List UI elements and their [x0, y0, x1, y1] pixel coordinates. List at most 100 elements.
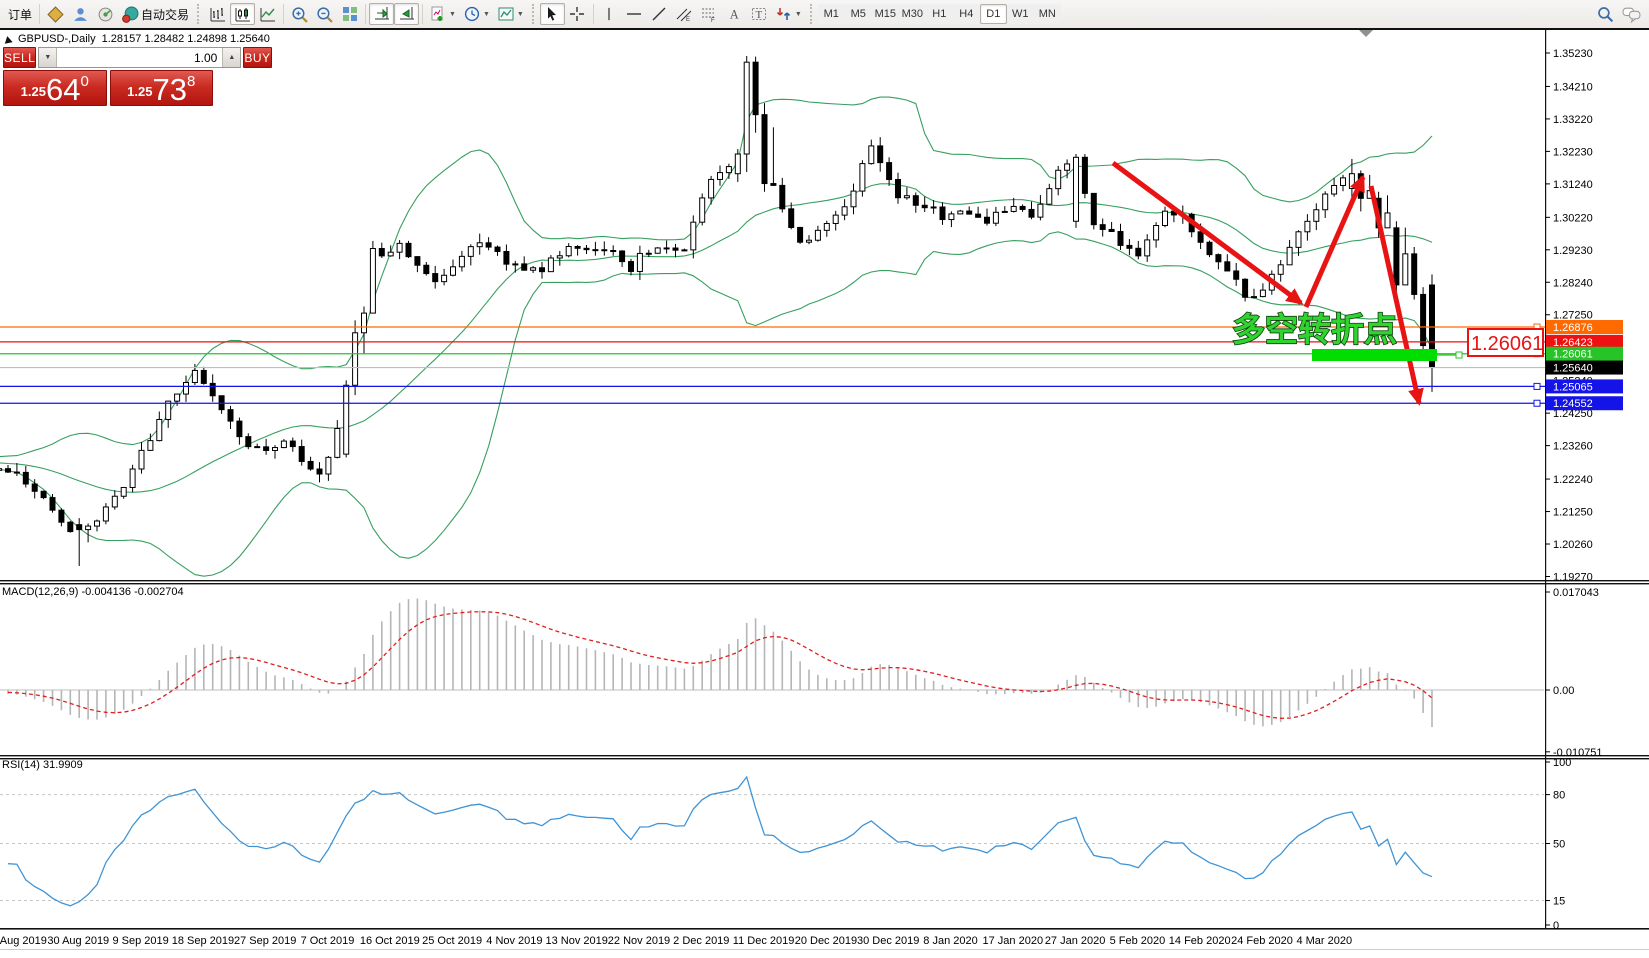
svg-text:1.26061: 1.26061: [1553, 349, 1593, 361]
dropdown-arrow-icon: ▼: [517, 11, 524, 18]
search-icon[interactable]: [1593, 3, 1618, 25]
market-watch-icon[interactable]: [43, 3, 68, 25]
auto-scroll-icon[interactable]: [369, 3, 394, 25]
svg-text:15: 15: [1553, 896, 1565, 908]
svg-text:8 Jan 2020: 8 Jan 2020: [923, 935, 977, 947]
symbol-marker-icon: [3, 35, 12, 44]
svg-text:1.26876: 1.26876: [1553, 322, 1593, 334]
chart-ohlc-values: 1.28157 1.28482 1.24898 1.25640: [102, 33, 270, 45]
svg-text:4 Nov 2019: 4 Nov 2019: [486, 935, 542, 947]
signals-icon[interactable]: [68, 3, 93, 25]
tab-timeframe-w1[interactable]: W1: [1007, 4, 1034, 24]
toolbar-grip: [810, 4, 814, 24]
chat-icon[interactable]: [1618, 3, 1645, 25]
sell-price-prefix: 1.25: [21, 84, 46, 99]
buy-price-pip: 8: [187, 74, 195, 89]
chart-symbol-title: GBPUSD-,Daily: [18, 33, 96, 45]
svg-text:100: 100: [1553, 757, 1571, 769]
cursor-icon[interactable]: [540, 3, 565, 25]
macd-values: -0.004136 -0.002704: [81, 586, 183, 598]
volume-input[interactable]: [57, 48, 222, 67]
svg-text:4 Mar 2020: 4 Mar 2020: [1296, 935, 1352, 947]
svg-text:1.23260: 1.23260: [1553, 441, 1593, 453]
text-icon[interactable]: A: [722, 3, 747, 25]
zoom-out-icon[interactable]: [312, 3, 337, 25]
autotrade-button[interactable]: 自动交易: [118, 3, 193, 25]
svg-text:1.20260: 1.20260: [1553, 539, 1593, 551]
toolbar-separator: [365, 4, 366, 24]
chart-header: GBPUSD-,Daily 1.28157 1.28482 1.24898 1.…: [4, 33, 270, 45]
svg-text:30 Aug 2019: 30 Aug 2019: [47, 935, 109, 947]
rsi-pane: [0, 777, 1545, 906]
main-price-pane: [0, 56, 1435, 576]
svg-text:2 Dec 2019: 2 Dec 2019: [673, 935, 729, 947]
sell-price-button[interactable]: 1.25640: [3, 70, 107, 106]
svg-text:11 Dec 2019: 11 Dec 2019: [733, 935, 795, 947]
svg-text:22 Nov 2019: 22 Nov 2019: [608, 935, 670, 947]
svg-text:1.29230: 1.29230: [1553, 245, 1593, 257]
channel-icon[interactable]: E: [672, 3, 697, 25]
chart-line-icon[interactable]: [255, 3, 280, 25]
tab-timeframe-m15[interactable]: M15: [872, 4, 899, 24]
svg-text:1.27250: 1.27250: [1553, 310, 1593, 322]
svg-text:1.30220: 1.30220: [1553, 212, 1593, 224]
buy-price-button[interactable]: 1.25738: [110, 70, 214, 106]
tab-timeframe-d1[interactable]: D1: [980, 4, 1007, 24]
timeframes-clock-icon[interactable]: ▼: [460, 3, 494, 25]
horizontal-line-icon[interactable]: [622, 3, 647, 25]
volume-stepper: ▼ ▲: [38, 47, 241, 68]
svg-text:30 Dec 2019: 30 Dec 2019: [857, 935, 919, 947]
vertical-line-icon[interactable]: [597, 3, 622, 25]
sell-button[interactable]: SELL: [3, 47, 36, 68]
crosshair-icon[interactable]: [565, 3, 590, 25]
macd-pane: [0, 599, 1545, 728]
buy-button[interactable]: BUY: [243, 47, 271, 68]
new-order-button[interactable]: 订单: [4, 3, 36, 25]
toolbar-separator: [283, 4, 284, 24]
svg-text:1.34210: 1.34210: [1553, 81, 1593, 93]
main-toolbar: 订单 自动交易 ▼ ▼ ▼ E F A T ▼ M1 M5 M15 M30 H1…: [0, 0, 1649, 28]
toolbar-grip: [197, 4, 201, 24]
dropdown-arrow-icon: ▼: [795, 11, 802, 18]
tab-timeframe-m30[interactable]: M30: [899, 4, 926, 24]
tab-timeframe-h4[interactable]: H4: [953, 4, 980, 24]
volume-increase-button[interactable]: ▲: [222, 48, 240, 67]
rsi-pane-label: RSI(14) 31.9909: [2, 759, 83, 771]
rsi-name: RSI(14): [2, 759, 40, 771]
scroll-to-end-marker: [1359, 30, 1373, 37]
sell-price-pip: 0: [80, 74, 88, 89]
chart-candles-icon[interactable]: [230, 3, 255, 25]
price-callout-value: 1.26061: [1471, 333, 1543, 355]
tab-timeframe-mn[interactable]: MN: [1034, 4, 1061, 24]
svg-text:1.33220: 1.33220: [1553, 114, 1593, 126]
macd-name: MACD(12,26,9): [2, 586, 78, 598]
svg-text:0.00: 0.00: [1553, 685, 1574, 697]
svg-text:1.24552: 1.24552: [1553, 398, 1593, 410]
dropdown-arrow-icon: ▼: [483, 11, 490, 18]
svg-text:17 Jan 2020: 17 Jan 2020: [983, 935, 1044, 947]
svg-text:27 Jan 2020: 27 Jan 2020: [1045, 935, 1106, 947]
support-highlight-band: [1312, 349, 1437, 361]
chart-area[interactable]: 1.352301.342101.332201.322301.312401.302…: [0, 0, 1649, 953]
tab-timeframe-m5[interactable]: M5: [845, 4, 872, 24]
zoom-in-icon[interactable]: [287, 3, 312, 25]
templates-icon[interactable]: ▼: [494, 3, 528, 25]
svg-text:50: 50: [1553, 839, 1565, 851]
fibonacci-icon[interactable]: F: [697, 3, 722, 25]
svg-text:1.25065: 1.25065: [1553, 381, 1593, 393]
tab-timeframe-m1[interactable]: M1: [818, 4, 845, 24]
chart-shift-icon[interactable]: [394, 3, 419, 25]
tab-timeframe-h1[interactable]: H1: [926, 4, 953, 24]
chart-bars-icon[interactable]: [205, 3, 230, 25]
text-label-icon[interactable]: T: [747, 3, 772, 25]
svg-text:1.28240: 1.28240: [1553, 277, 1593, 289]
tile-windows-icon[interactable]: [337, 3, 362, 25]
indicators-icon[interactable]: ▼: [426, 3, 460, 25]
svg-text:20 Dec 2019: 20 Dec 2019: [795, 935, 857, 947]
arrow-objects-icon[interactable]: ▼: [772, 3, 806, 25]
news-radar-icon[interactable]: [93, 3, 118, 25]
trendline-icon[interactable]: [647, 3, 672, 25]
svg-text:80: 80: [1553, 790, 1565, 802]
volume-decrease-button[interactable]: ▼: [39, 48, 57, 67]
svg-text:1.22240: 1.22240: [1553, 474, 1593, 486]
